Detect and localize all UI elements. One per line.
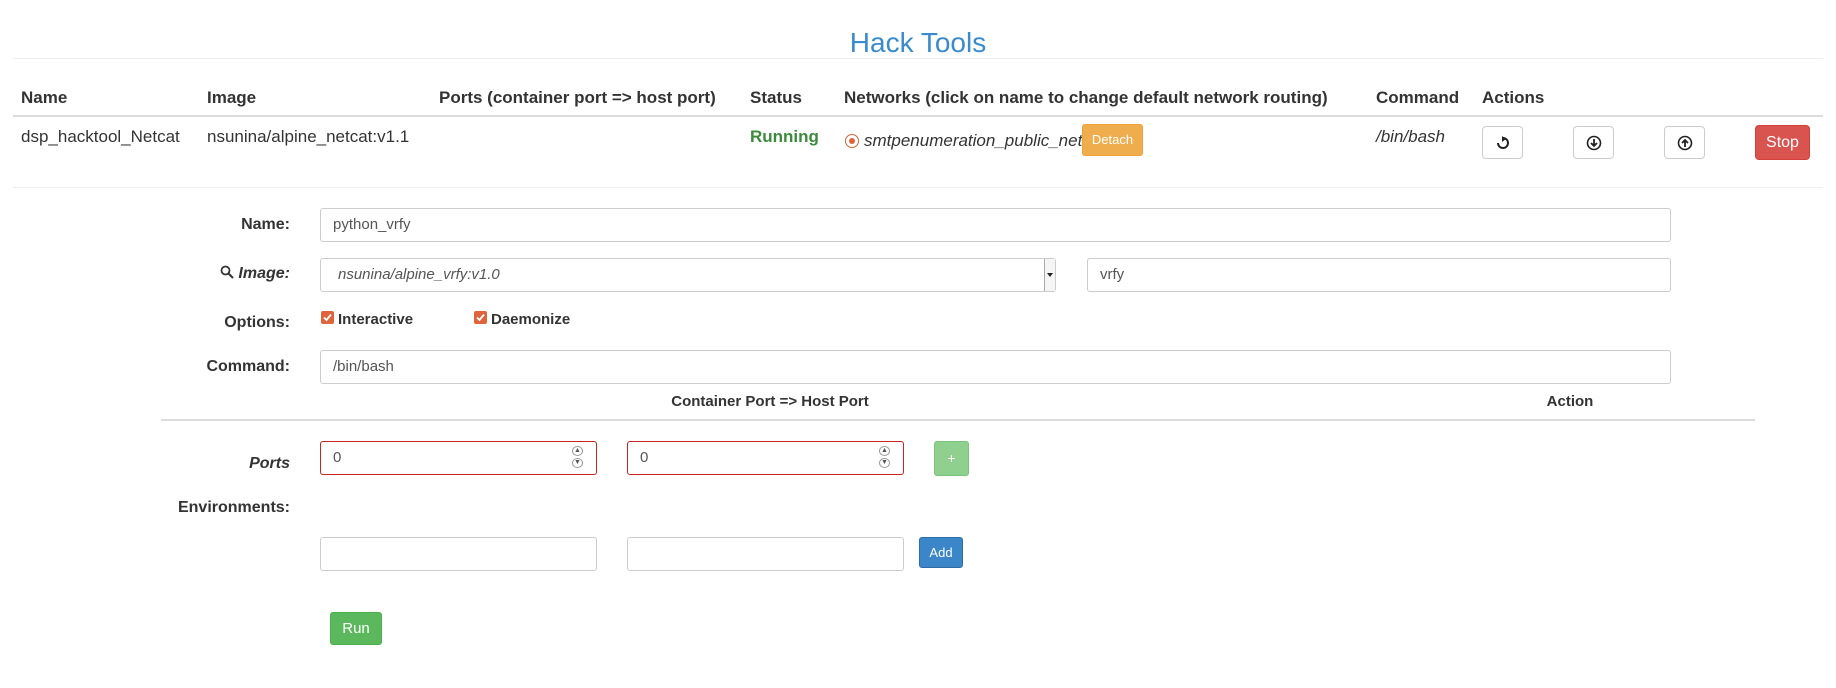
image-label-group: Image: xyxy=(150,265,290,283)
row-status: Running xyxy=(750,127,819,146)
network-name-link[interactable]: smtpenumeration_public_network xyxy=(864,131,1118,151)
host-port-value: 0 xyxy=(640,449,649,466)
network-radio-icon[interactable] xyxy=(845,134,859,148)
download-button[interactable] xyxy=(1573,126,1614,159)
download-icon xyxy=(1586,135,1601,150)
row-image: nsunina/alpine_netcat:v1.1 xyxy=(207,127,410,146)
name-field[interactable]: python_vrfy xyxy=(320,208,1671,242)
host-port-input[interactable]: 0 ▲ ▼ xyxy=(627,441,904,475)
table-bottom-divider xyxy=(13,187,1823,188)
host-port-stepper[interactable]: ▲ ▼ xyxy=(879,446,891,470)
name-label: Name: xyxy=(241,216,290,233)
interactive-label[interactable]: Interactive xyxy=(338,311,413,328)
stop-button[interactable]: Stop xyxy=(1755,125,1810,160)
daemonize-checkbox[interactable] xyxy=(474,311,487,324)
col-header-name: Name xyxy=(21,88,68,107)
container-port-stepper[interactable]: ▲ ▼ xyxy=(572,446,584,470)
image-search-input[interactable]: vrfy xyxy=(1087,258,1671,292)
add-env-button[interactable]: Add xyxy=(919,537,963,568)
command-label: Command: xyxy=(206,358,290,375)
col-header-image: Image xyxy=(207,88,257,107)
container-port-input[interactable]: 0 ▲ ▼ xyxy=(320,441,597,475)
environments-label: Environments: xyxy=(177,499,290,516)
row-command: /bin/bash xyxy=(1376,127,1445,146)
upload-icon xyxy=(1677,135,1692,150)
env-value-input[interactable] xyxy=(627,537,904,571)
run-button[interactable]: Run xyxy=(330,612,382,645)
ports-action-header: Action xyxy=(1546,393,1594,410)
daemonize-label[interactable]: Daemonize xyxy=(491,311,570,328)
col-header-status: Status xyxy=(750,88,802,107)
col-header-command: Command xyxy=(1376,88,1460,107)
upload-button[interactable] xyxy=(1664,126,1705,159)
ports-label: Ports xyxy=(249,455,290,472)
add-port-button[interactable]: + xyxy=(934,441,969,476)
chevron-down-icon[interactable] xyxy=(1044,259,1055,291)
col-header-ports: Ports (container port => host port) xyxy=(439,88,716,107)
title-divider xyxy=(13,58,1823,59)
col-header-networks: Networks (click on name to change defaul… xyxy=(844,88,1328,107)
table-header-divider xyxy=(13,115,1823,117)
col-header-actions: Actions xyxy=(1482,88,1545,107)
command-field[interactable]: /bin/bash xyxy=(320,350,1671,384)
env-key-input[interactable] xyxy=(320,537,597,571)
interactive-checkbox[interactable] xyxy=(321,311,334,324)
open-shell-button[interactable] xyxy=(1482,126,1523,159)
search-icon xyxy=(220,265,234,279)
row-name: dsp_hacktool_Netcat xyxy=(21,127,180,146)
open-shell-icon xyxy=(1496,135,1509,149)
options-label: Options: xyxy=(224,314,290,331)
ports-column-header: Container Port => Host Port xyxy=(671,393,869,410)
container-port-value: 0 xyxy=(333,449,342,466)
image-label: Image: xyxy=(238,265,290,282)
image-select[interactable]: nsunina/alpine_vrfy:v1.0 xyxy=(320,258,1056,292)
detach-button[interactable]: Detach xyxy=(1082,124,1143,156)
image-select-value: nsunina/alpine_vrfy:v1.0 xyxy=(338,266,500,283)
ports-header-divider xyxy=(161,419,1755,421)
page-title: Hack Tools xyxy=(849,26,987,58)
